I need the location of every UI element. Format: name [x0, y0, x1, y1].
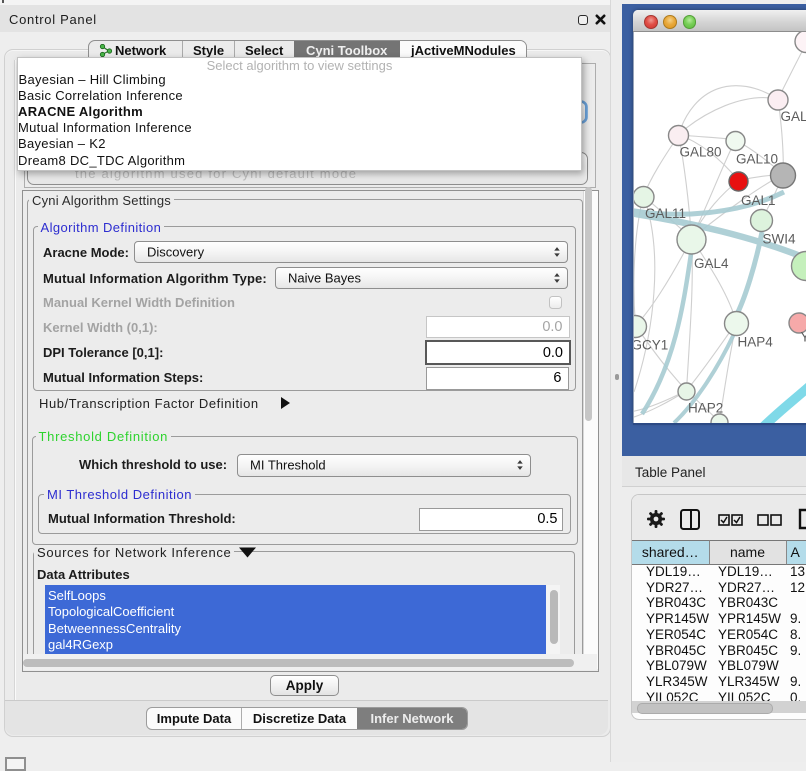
svg-text:HAP2: HAP2	[688, 401, 723, 416]
svg-text:GAL4: GAL4	[694, 256, 729, 271]
svg-text:Y: Y	[801, 330, 806, 345]
svg-text:SWI4: SWI4	[763, 232, 796, 247]
svg-text:GAL11: GAL11	[645, 206, 686, 221]
svg-text:GAL80: GAL80	[680, 145, 722, 160]
svg-text:GCY1: GCY1	[634, 338, 668, 353]
svg-text:GAL2: GAL2	[781, 109, 806, 124]
svg-text:GAL1: GAL1	[741, 193, 776, 208]
svg-text:GAL10: GAL10	[736, 152, 778, 167]
svg-text:HAP4: HAP4	[738, 335, 774, 350]
